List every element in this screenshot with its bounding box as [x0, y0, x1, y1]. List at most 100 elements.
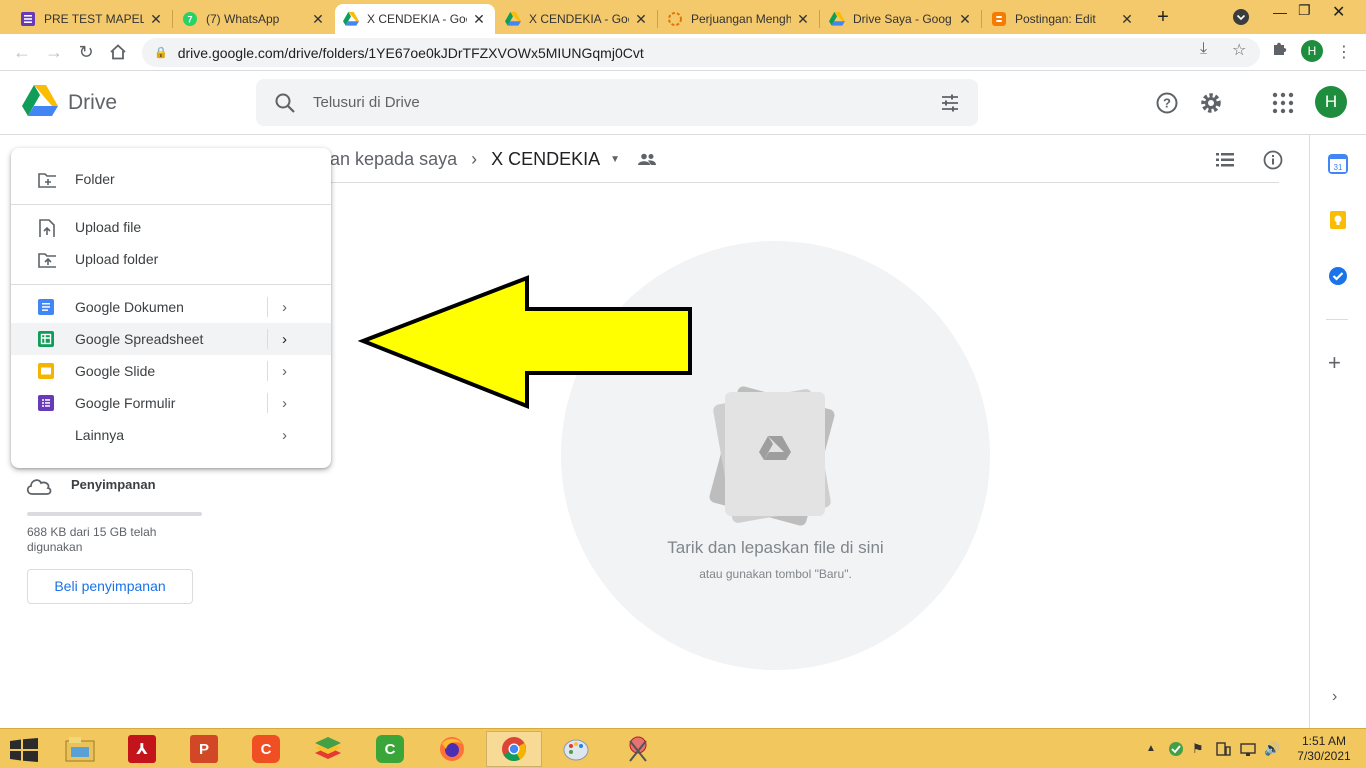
browser-tab[interactable]: X CENDEKIA - Goo ✕	[497, 4, 657, 34]
list-view-icon[interactable]	[1215, 150, 1235, 170]
expand-panel-icon[interactable]: ›	[1332, 688, 1337, 706]
settings-gear-icon[interactable]	[1199, 91, 1223, 115]
drive-header: Drive Telusuri di Drive ? H	[0, 71, 1366, 135]
volume-icon[interactable]: 🔊	[1264, 741, 1280, 757]
window-close-icon[interactable]: ✕	[1332, 2, 1345, 22]
back-icon[interactable]: ←	[10, 40, 34, 64]
dropdown-arrow-icon[interactable]: ▼	[610, 154, 620, 165]
minimize-icon[interactable]: —	[1273, 4, 1287, 20]
taskbar-acrobat[interactable]: ⅄	[114, 731, 170, 767]
menu-item-upload-folder[interactable]: Upload folder	[11, 243, 331, 275]
taskbar-firefox[interactable]	[424, 731, 480, 767]
menu-item-google-slides[interactable]: Google Slide ›	[11, 355, 331, 387]
add-addon-icon[interactable]: +	[1328, 352, 1341, 374]
search-bar[interactable]: Telusuri di Drive	[256, 79, 978, 126]
chrome-icon	[502, 737, 526, 762]
keep-icon[interactable]	[1328, 210, 1348, 230]
browser-tab-active[interactable]: X CENDEKIA - Goo ✕	[335, 4, 495, 34]
close-icon[interactable]: ✕	[471, 11, 487, 28]
chevron-right-icon[interactable]: ›	[282, 427, 287, 444]
menu-item-folder[interactable]: Folder	[11, 163, 331, 195]
new-folder-icon	[38, 173, 56, 188]
device-tray-icon[interactable]	[1215, 741, 1231, 757]
home-icon[interactable]	[106, 40, 130, 64]
menu-item-label: Upload file	[75, 219, 142, 235]
menu-item-google-forms[interactable]: Google Formulir ›	[11, 387, 331, 419]
info-icon[interactable]	[1263, 150, 1283, 170]
forms-icon	[20, 11, 36, 27]
close-icon[interactable]: ✕	[957, 11, 973, 28]
browser-tab[interactable]: Perjuangan Mengh ✕	[659, 4, 819, 34]
app-title[interactable]: Drive	[68, 91, 117, 115]
calendar-icon[interactable]: 31	[1328, 154, 1348, 174]
browser-tab[interactable]: PRE TEST MAPEL II ✕	[12, 4, 172, 34]
menu-item-more[interactable]: Lainnya ›	[11, 419, 331, 451]
whatsapp-icon: 7	[182, 11, 198, 27]
empty-state-title: Tarik dan lepaskan file di sini	[667, 538, 884, 557]
new-tab-button[interactable]: +	[1152, 6, 1174, 28]
svg-text:31: 31	[1334, 163, 1343, 172]
menu-item-google-sheets[interactable]: Google Spreadsheet ›	[11, 323, 331, 355]
tab-search-icon[interactable]	[1232, 8, 1250, 29]
empty-folder-illustration-icon	[709, 386, 835, 526]
taskbar-powerpoint[interactable]: P	[176, 731, 232, 767]
forward-icon[interactable]: →	[42, 40, 66, 64]
menu-item-google-docs[interactable]: Google Dokumen ›	[11, 291, 331, 323]
shared-people-icon[interactable]	[638, 153, 657, 165]
breadcrumb-current[interactable]: X CENDEKIA	[491, 149, 600, 170]
search-options-icon[interactable]	[940, 93, 960, 113]
system-clock[interactable]: 1:51 AM 7/30/2021	[1294, 734, 1354, 764]
buy-storage-button[interactable]: Beli penyimpanan	[27, 569, 193, 604]
account-avatar[interactable]: H	[1315, 86, 1347, 118]
google-forms-icon	[38, 395, 54, 411]
file-upload-icon	[39, 219, 55, 237]
network-icon[interactable]	[1240, 741, 1256, 757]
action-center-flag-icon[interactable]: ⚑	[1192, 741, 1204, 757]
browser-tab[interactable]: 7 (7) WhatsApp ✕	[174, 4, 334, 34]
restore-icon[interactable]: ❐	[1298, 2, 1311, 19]
security-tray-icon[interactable]	[1168, 741, 1184, 757]
chevron-right-icon[interactable]: ›	[282, 299, 287, 316]
taskbar-chrome[interactable]	[486, 731, 542, 767]
bluestacks-icon	[315, 737, 341, 759]
taskbar-snipping-tool[interactable]	[610, 731, 666, 767]
paint-icon	[563, 739, 589, 761]
taskbar-camtasia-recorder[interactable]: C	[362, 731, 418, 767]
drive-logo-icon[interactable]	[22, 85, 58, 117]
storage-label[interactable]: Penyimpanan	[71, 477, 156, 492]
taskbar-bluestacks[interactable]	[300, 731, 356, 767]
chevron-right-icon[interactable]: ›	[282, 363, 287, 380]
apps-grid-icon[interactable]	[1271, 91, 1295, 115]
menu-divider	[11, 284, 331, 285]
windows-start-icon[interactable]	[10, 738, 38, 762]
browser-menu-icon[interactable]: ⋮	[1336, 42, 1352, 62]
close-icon[interactable]: ✕	[795, 11, 811, 28]
close-icon[interactable]: ✕	[633, 11, 649, 28]
search-input[interactable]: Telusuri di Drive	[313, 94, 420, 111]
breadcrumb-parent[interactable]: an kepada saya	[330, 149, 457, 170]
menu-item-upload-file[interactable]: Upload file	[11, 211, 331, 243]
show-hidden-icons-icon[interactable]: ▲	[1146, 743, 1156, 754]
panel-divider	[1326, 319, 1348, 320]
help-icon[interactable]: ?	[1155, 91, 1179, 115]
taskbar-camtasia[interactable]: C	[238, 731, 294, 767]
chevron-right-icon[interactable]: ›	[282, 395, 287, 412]
close-icon[interactable]: ✕	[1119, 11, 1135, 28]
tasks-icon[interactable]	[1328, 266, 1348, 286]
taskbar-paint[interactable]	[548, 731, 604, 767]
close-icon[interactable]: ✕	[310, 11, 326, 28]
reload-icon[interactable]: ↻	[74, 40, 98, 64]
close-icon[interactable]: ✕	[148, 11, 164, 28]
browser-tab[interactable]: Drive Saya - Goog ✕	[821, 4, 981, 34]
cloud-icon	[26, 479, 52, 495]
taskbar-file-explorer[interactable]	[52, 731, 108, 767]
chevron-right-icon[interactable]: ›	[282, 331, 287, 348]
google-sheets-icon	[38, 331, 54, 347]
browser-profile-avatar[interactable]: H	[1301, 40, 1323, 62]
bookmark-star-icon[interactable]: ☆	[1232, 40, 1246, 60]
install-app-icon[interactable]: ⤓	[1200, 40, 1207, 58]
address-bar[interactable]: 🔒 drive.google.com/drive/folders/1YE67oe…	[142, 38, 1260, 67]
extensions-icon[interactable]	[1271, 40, 1287, 61]
browser-tab[interactable]: Postingan: Edit ✕	[983, 4, 1143, 34]
search-icon[interactable]	[274, 92, 296, 114]
